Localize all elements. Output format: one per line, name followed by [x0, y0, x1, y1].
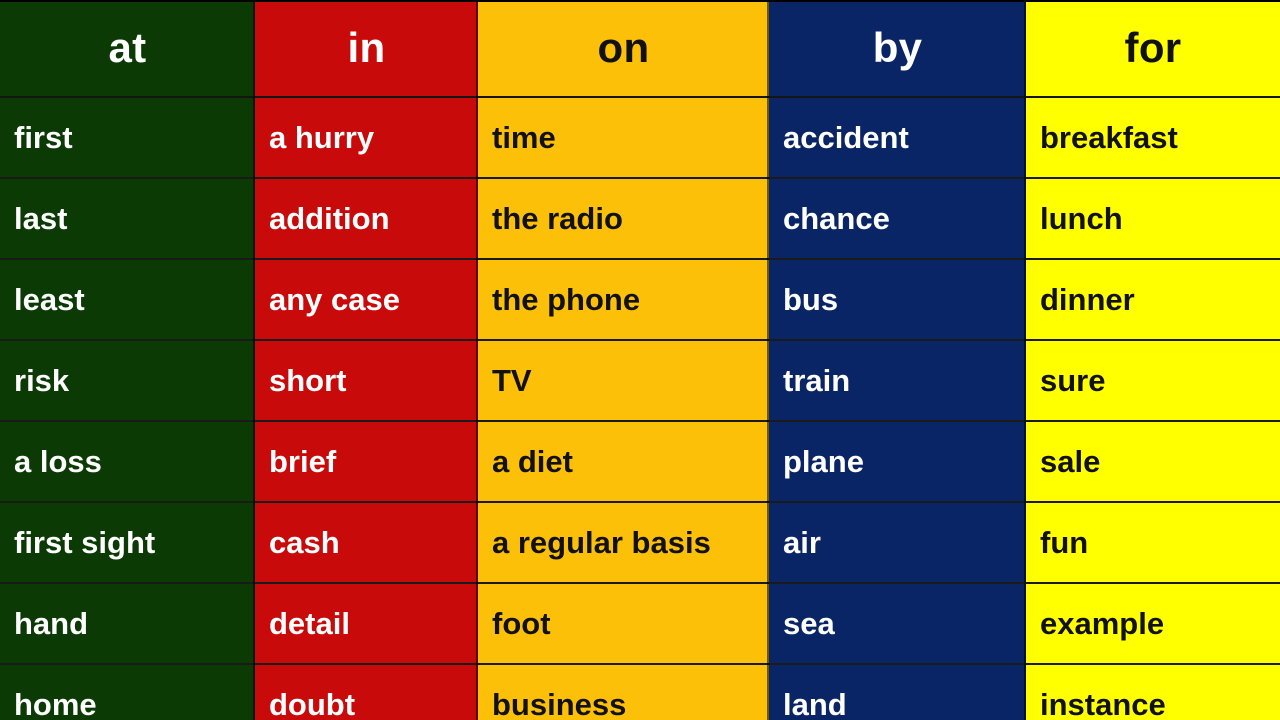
- cell-for-8: instance: [1026, 664, 1280, 720]
- cell-by-5: plane: [769, 421, 1026, 503]
- cell-for-5: sale: [1026, 421, 1280, 503]
- table-row: a loss brief a diet plane sale: [0, 421, 1280, 503]
- cell-at-6: first sight: [0, 502, 255, 584]
- cell-on-1: time: [478, 97, 769, 179]
- cell-by-6: air: [769, 502, 1026, 584]
- cell-at-8: home: [0, 664, 255, 720]
- cell-at-4: risk: [0, 340, 255, 422]
- table-row: risk short TV train sure: [0, 340, 1280, 422]
- header-row: at in on by for: [0, 0, 1280, 98]
- cell-for-1: breakfast: [1026, 97, 1280, 179]
- cell-at-1: first: [0, 97, 255, 179]
- table-row: first a hurry time accident breakfast: [0, 97, 1280, 179]
- cell-on-4: TV: [478, 340, 769, 422]
- column-header-in: in: [255, 0, 478, 98]
- table-row: hand detail foot sea example: [0, 583, 1280, 665]
- table-header: at in on by for: [0, 0, 1280, 98]
- cell-by-2: chance: [769, 178, 1026, 260]
- cell-for-6: fun: [1026, 502, 1280, 584]
- cell-for-3: dinner: [1026, 259, 1280, 341]
- cell-in-2: addition: [255, 178, 478, 260]
- cell-in-8: doubt: [255, 664, 478, 720]
- cell-in-6: cash: [255, 502, 478, 584]
- cell-in-5: brief: [255, 421, 478, 503]
- cell-at-3: least: [0, 259, 255, 341]
- cell-by-3: bus: [769, 259, 1026, 341]
- cell-for-7: example: [1026, 583, 1280, 665]
- table-body: first a hurry time accident breakfast la…: [0, 97, 1280, 720]
- cell-on-8: business: [478, 664, 769, 720]
- cell-by-7: sea: [769, 583, 1026, 665]
- column-header-by: by: [769, 0, 1026, 98]
- cell-for-4: sure: [1026, 340, 1280, 422]
- table-row: least any case the phone bus dinner: [0, 259, 1280, 341]
- cell-at-7: hand: [0, 583, 255, 665]
- cell-on-5: a diet: [478, 421, 769, 503]
- column-header-on: on: [478, 0, 769, 98]
- column-header-for: for: [1026, 0, 1280, 98]
- cell-by-8: land: [769, 664, 1026, 720]
- cell-by-1: accident: [769, 97, 1026, 179]
- cell-for-2: lunch: [1026, 178, 1280, 260]
- table-row: home doubt business land instance: [0, 664, 1280, 720]
- prepositions-table-container: at in on by for first a hurry time accid…: [0, 0, 1280, 720]
- table-row: first sight cash a regular basis air fun: [0, 502, 1280, 584]
- cell-at-2: last: [0, 178, 255, 260]
- cell-on-2: the radio: [478, 178, 769, 260]
- cell-by-4: train: [769, 340, 1026, 422]
- cell-at-5: a loss: [0, 421, 255, 503]
- cell-in-1: a hurry: [255, 97, 478, 179]
- cell-on-7: foot: [478, 583, 769, 665]
- cell-in-3: any case: [255, 259, 478, 341]
- cell-in-7: detail: [255, 583, 478, 665]
- cell-in-4: short: [255, 340, 478, 422]
- cell-on-3: the phone: [478, 259, 769, 341]
- column-header-at: at: [0, 0, 255, 98]
- prepositions-table: at in on by for first a hurry time accid…: [0, 0, 1280, 720]
- table-row: last addition the radio chance lunch: [0, 178, 1280, 260]
- cell-on-6: a regular basis: [478, 502, 769, 584]
